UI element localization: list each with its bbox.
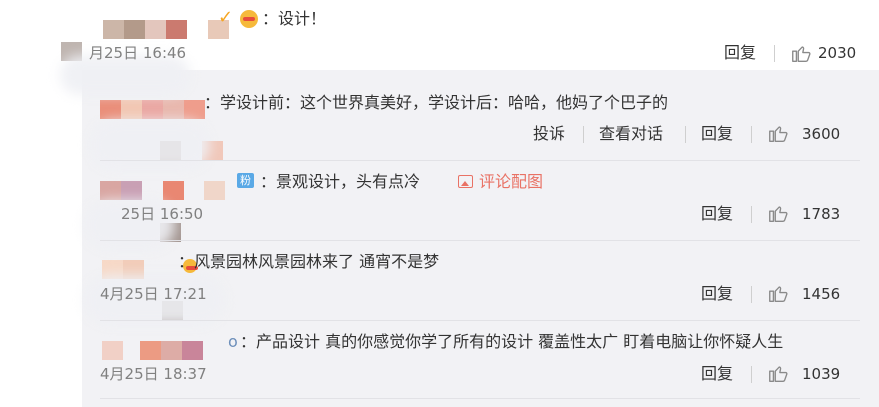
- censored-block: [145, 20, 166, 39]
- reply-button[interactable]: 回复: [701, 284, 733, 304]
- separator: [751, 286, 752, 303]
- view-conversation-button[interactable]: 查看对话: [599, 124, 663, 144]
- picture-icon: [458, 175, 473, 188]
- report-button[interactable]: 投诉: [533, 124, 565, 144]
- censored-block: [100, 181, 121, 200]
- censored-block: [163, 181, 184, 200]
- censored-block: [140, 341, 161, 360]
- divider: [100, 240, 860, 241]
- censored-block: [121, 100, 142, 119]
- reply-time: 25日 16:50: [121, 205, 204, 223]
- censored-block: [103, 20, 124, 39]
- fan-badge: 粉: [237, 173, 254, 188]
- reply-button[interactable]: 回复: [701, 124, 733, 144]
- divider: [100, 160, 860, 161]
- reply-time: 4月25日 17:21: [100, 285, 207, 303]
- separator: [583, 126, 584, 143]
- divider: [100, 398, 860, 399]
- censored-block: [142, 100, 163, 119]
- comment-image-label: 评论配图: [479, 172, 544, 191]
- like-count: 1039: [802, 365, 841, 383]
- thumbs-up-icon[interactable]: [790, 42, 812, 64]
- censored-block: [166, 20, 187, 39]
- reply-button[interactable]: 回复: [701, 364, 733, 384]
- like-count: 2030: [818, 44, 857, 62]
- reply-text: ：风景园林风景园林来了 通宵不是梦: [178, 252, 440, 271]
- comment-text: ：设计！: [262, 9, 327, 28]
- blur-overlay: [90, 120, 210, 170]
- separator: [751, 206, 752, 223]
- thumbs-up-icon[interactable]: [767, 122, 789, 144]
- separator: [751, 366, 752, 383]
- censored-block: [161, 341, 182, 360]
- reply-text: ：景观设计，头有点冷: [260, 172, 421, 191]
- censored-block: [102, 341, 123, 360]
- divider: [100, 320, 860, 321]
- reply-button[interactable]: 回复: [701, 204, 733, 224]
- comment-image-link[interactable]: 评论配图: [458, 172, 543, 192]
- reply-text: ：产品设计 真的你感觉你学了所有的设计 覆盖性太广 盯着电脑让你怀疑人生: [240, 332, 784, 351]
- reply-text: ：学设计前：这个世界真美好，学设计后：哈哈，他妈了个巴子的: [204, 93, 669, 112]
- reply-button[interactable]: 回复: [724, 43, 756, 63]
- separator: [751, 126, 752, 143]
- verified-check-icon: ✓: [218, 7, 234, 28]
- reply-time: 4月25日 18:37: [100, 365, 207, 383]
- separator: [774, 45, 775, 62]
- username-fragment: o: [228, 332, 238, 351]
- censored-block: [163, 100, 184, 119]
- censored-block: [184, 100, 205, 119]
- like-count: 1783: [802, 205, 841, 223]
- censored-block: [121, 181, 142, 200]
- thumbs-up-icon[interactable]: [767, 282, 789, 304]
- like-count: 3600: [802, 125, 841, 143]
- thumbs-up-icon[interactable]: [767, 202, 789, 224]
- censored-block: [100, 100, 121, 119]
- emoji-icon: [240, 10, 258, 28]
- thumbs-up-icon[interactable]: [767, 362, 789, 384]
- comment-time: 月25日 16:46: [89, 44, 187, 62]
- censored-block: [124, 20, 145, 39]
- censored-block: [204, 181, 225, 200]
- like-count: 1456: [802, 285, 841, 303]
- censored-block: [182, 341, 203, 360]
- separator: [685, 126, 686, 143]
